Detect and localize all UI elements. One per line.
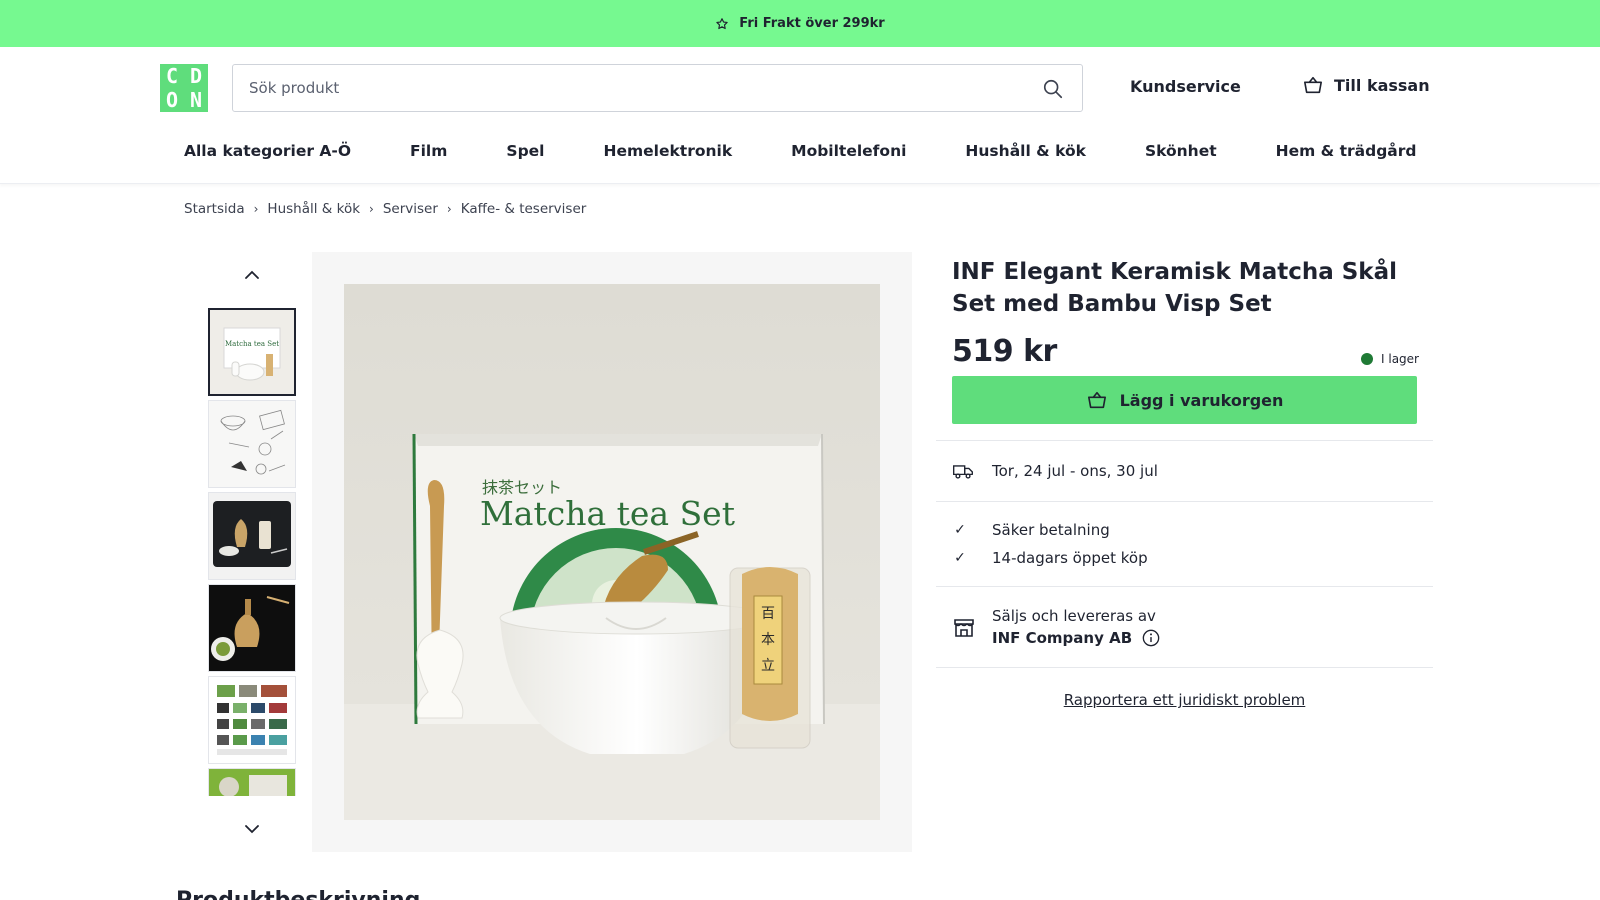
nav-item-mobiltelefoni[interactable]: Mobiltelefoni [791,142,906,160]
main-image-frame: 抹茶セット Matcha tea Set 百 本 立 [312,252,912,852]
thumbnail-image [209,769,295,796]
thumbnail-4[interactable] [208,584,296,672]
chevron-down-icon[interactable] [242,822,262,836]
stock-label: I lager [1381,352,1419,366]
logo-letter: C [165,64,179,88]
store-icon [954,619,974,637]
whisk-label-char: 立 [761,658,775,674]
check-icon: ✓ [954,522,966,538]
chevron-up-icon[interactable] [242,268,262,282]
thumbnail-image [209,493,295,579]
divider [936,501,1433,502]
thumbnail-6[interactable] [208,768,296,796]
thumbnail-list: Matcha tea Set [208,308,296,796]
thumbnail-5[interactable] [208,676,296,764]
basket-icon [1087,391,1106,409]
divider [936,667,1433,668]
checkout-label: Till kassan [1334,75,1430,95]
divider [936,586,1433,587]
thumbnail-image [209,401,295,487]
thumbnail-3[interactable] [208,492,296,580]
nav-item-spel[interactable]: Spel [506,142,544,160]
report-legal-problem: Rapportera ett juridiskt problem [936,690,1433,709]
chevron-right-icon: › [446,202,452,216]
chevron-right-icon: › [253,202,259,216]
logo-letter: N [189,88,203,112]
star-icon [716,17,728,29]
search-icon[interactable] [1042,78,1064,100]
in-stock-dot-icon [1361,353,1373,365]
truck-icon [953,465,973,479]
nav-item-all-categories[interactable]: Alla kategorier A-Ö [184,142,351,160]
seller-info: Säljs och levereras av INF Company AB [952,607,1160,647]
box-english-text: Matcha tea Set [480,494,735,533]
breadcrumb-item[interactable]: Serviser [383,201,438,217]
breadcrumb-item[interactable]: Hushåll & kök [267,201,360,217]
thumbnail-text: Matcha tea Set [225,340,279,348]
delivery-dates: Tor, 24 jul - ons, 30 jul [992,462,1158,480]
category-nav: Alla kategorier A-Ö Film Spel Hemelektro… [184,142,1476,160]
seller-label: Säljs och levereras av [992,607,1156,625]
divider [936,440,1433,441]
usp-item: ✓ Säker betalning [952,521,1110,539]
whisk-label-char: 本 [761,632,775,648]
checkout-link[interactable]: Till kassan [1302,75,1430,95]
breadcrumb: Startsida › Hushåll & kök › Serviser › K… [184,201,586,217]
seller-name[interactable]: INF Company AB [992,629,1132,647]
thumbnail-image [209,585,295,671]
nav-item-skonhet[interactable]: Skönhet [1145,142,1217,160]
thumbnail-image [209,677,295,763]
nav-item-hushall-kok[interactable]: Hushåll & kök [965,142,1086,160]
whisk-label-char: 百 [761,606,775,622]
product-description-heading: Produktbeskrivning [176,888,420,900]
thumbnail-2[interactable] [208,400,296,488]
logo-letter: O [165,88,179,112]
logo-letter: D [189,64,203,88]
thumbnail-image: Matcha tea Set [210,310,294,394]
add-to-cart-label: Lägg i varukorgen [1119,390,1284,410]
main-product-image[interactable]: 抹茶セット Matcha tea Set 百 本 立 [344,284,880,820]
product-price: 519 kr [952,334,1057,369]
search-input[interactable] [249,65,1009,111]
nav-item-hem-tradgard[interactable]: Hem & trädgård [1276,142,1417,160]
seller-texts: Säljs och levereras av INF Company AB [992,607,1160,647]
chevron-right-icon: › [369,202,374,216]
report-legal-problem-link[interactable]: Rapportera ett juridiskt problem [1064,691,1306,709]
stock-status: I lager [1361,352,1419,366]
usp-label: 14-dagars öppet köp [992,549,1148,567]
usp-item: ✓ 14-dagars öppet köp [952,549,1148,567]
customer-service-link[interactable]: Kundservice [1130,77,1241,96]
cdon-logo[interactable]: C D O N [160,64,208,112]
basket-icon [1304,76,1322,94]
thumbnail-1[interactable]: Matcha tea Set [208,308,296,396]
search-box [232,64,1083,112]
promo-text: Fri Frakt över 299kr [739,16,885,31]
product-title: INF Elegant Keramisk Matcha Skål Set med… [952,259,1398,317]
thumbnail-column: Matcha tea Set [208,252,296,852]
promo-banner: Fri Frakt över 299kr [0,0,1600,47]
nav-item-film[interactable]: Film [410,142,447,160]
site-header: C D O N Kundservice Till kassan Alla kat… [0,47,1600,184]
breadcrumb-item[interactable]: Startsida [184,201,245,217]
add-to-cart-button[interactable]: Lägg i varukorgen [952,376,1417,424]
check-icon: ✓ [954,550,966,566]
delivery-estimate: Tor, 24 jul - ons, 30 jul [952,462,1158,480]
breadcrumb-item[interactable]: Kaffe- & teserviser [461,201,587,217]
seller-name-row: INF Company AB [992,629,1160,647]
info-icon[interactable] [1142,629,1160,647]
nav-item-hemelektronik[interactable]: Hemelektronik [604,142,733,160]
usp-label: Säker betalning [992,521,1110,539]
